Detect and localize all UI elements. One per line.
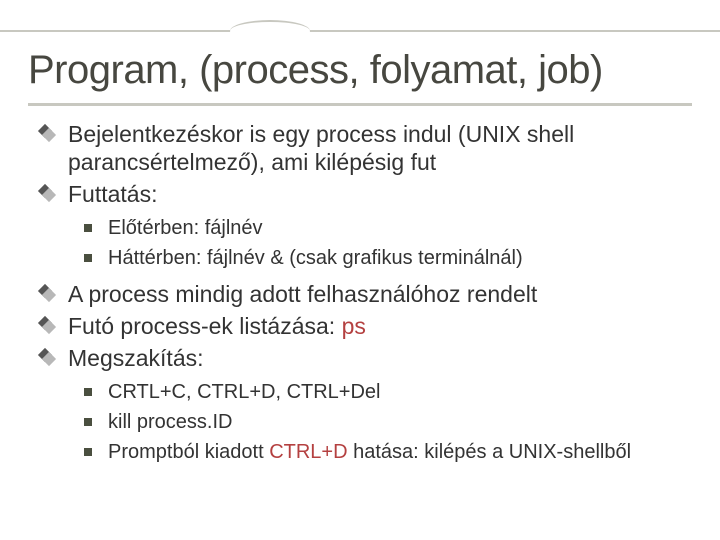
sub-list-item: Előtérben: fájlnév xyxy=(84,214,692,242)
slide: Program, (process, folyamat, job) Bejele… xyxy=(0,0,720,540)
square-bullet-icon xyxy=(84,224,92,232)
list-item: Futó process-ek listázása: ps xyxy=(40,312,692,340)
sub-list-item-text: Háttérben: fájlnév & (csak grafikus term… xyxy=(108,247,523,269)
diamond-bullet-icon xyxy=(40,318,55,333)
top-decoration-line xyxy=(0,30,720,32)
sub-list-item: Promptból kiadott CTRL+D hatása: kilépés… xyxy=(84,438,692,466)
square-bullet-icon xyxy=(84,418,92,426)
sub-list-item: Háttérben: fájlnév & (csak grafikus term… xyxy=(84,244,692,272)
list-item: Futtatás: xyxy=(40,180,692,208)
list-item: Megszakítás: xyxy=(40,344,692,372)
sub-list-item-text: Promptból kiadott xyxy=(108,441,269,463)
diamond-bullet-icon xyxy=(40,350,55,365)
main-list: Bejelentkezéskor is egy process indul (U… xyxy=(28,120,692,466)
square-bullet-icon xyxy=(84,388,92,396)
square-bullet-icon xyxy=(84,448,92,456)
list-item: A process mindig adott felhasználóhoz re… xyxy=(40,280,692,308)
slide-title: Program, (process, folyamat, job) xyxy=(28,48,692,93)
sub-list-item: kill process.ID xyxy=(84,408,692,436)
sub-list-item-text: hatása: kilépés a UNIX-shellből xyxy=(348,441,631,463)
sub-list-item-text: kill process.ID xyxy=(108,411,232,433)
sub-list-item-text: Előtérben: fájlnév xyxy=(108,217,263,239)
sub-list: Előtérben: fájlnév Háttérben: fájlnév & … xyxy=(40,214,692,272)
sub-list-item-text: CRTL+C, CTRL+D, CTRL+Del xyxy=(108,381,380,403)
command-text: CTRL+D xyxy=(269,441,347,463)
diamond-bullet-icon xyxy=(40,186,55,201)
square-bullet-icon xyxy=(84,254,92,262)
command-text: ps xyxy=(342,313,366,339)
diamond-bullet-icon xyxy=(40,126,55,141)
sub-list: CRTL+C, CTRL+D, CTRL+Del kill process.ID… xyxy=(40,378,692,466)
list-item-text: A process mindig adott felhasználóhoz re… xyxy=(68,281,537,307)
diamond-bullet-icon xyxy=(40,286,55,301)
list-item-text: Megszakítás: xyxy=(68,345,204,371)
list-item: Bejelentkezéskor is egy process indul (U… xyxy=(40,120,692,176)
title-divider xyxy=(28,103,692,106)
list-item-text: Futtatás: xyxy=(68,181,157,207)
sub-list-item: CRTL+C, CTRL+D, CTRL+Del xyxy=(84,378,692,406)
list-item-text: Bejelentkezéskor is egy process indul (U… xyxy=(68,121,574,175)
list-item-text: Futó process-ek listázása: xyxy=(68,313,342,339)
